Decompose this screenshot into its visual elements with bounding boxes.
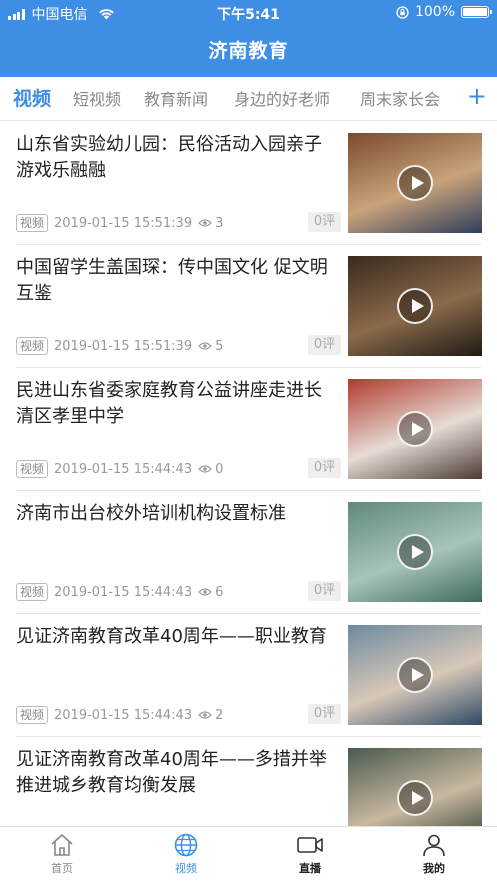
bottom-nav: 首页 视频 直播 我的 bbox=[0, 826, 497, 883]
page-title: 济南教育 bbox=[208, 40, 289, 62]
item-title: 见证济南教育改革40周年——职业教育 bbox=[16, 626, 327, 647]
category-tabs: 视频 短视频 教育新闻 身边的好老师 周末家长会 + bbox=[0, 77, 497, 121]
video-tag: 视频 bbox=[16, 337, 49, 355]
video-thumbnail[interactable] bbox=[348, 502, 482, 602]
item-meta: 视频 2019-01-15 15:44:43 0 bbox=[16, 460, 223, 478]
video-thumbnail[interactable] bbox=[348, 625, 482, 725]
view-count: 6 bbox=[215, 584, 224, 600]
status-right: 100% bbox=[396, 4, 492, 20]
tab-video[interactable]: 视频 bbox=[13, 84, 51, 111]
camera-icon bbox=[297, 837, 323, 853]
tab-education-news[interactable]: 教育新闻 bbox=[144, 86, 208, 110]
tab-short-video[interactable]: 短视频 bbox=[73, 86, 121, 110]
nav-video-label: 视频 bbox=[175, 862, 197, 875]
play-icon[interactable] bbox=[397, 534, 433, 570]
item-date: 2019-01-15 15:44:43 bbox=[54, 461, 193, 477]
item-meta: 视频 2019-01-15 15:51:39 5 bbox=[16, 337, 223, 355]
play-icon[interactable] bbox=[397, 288, 433, 324]
play-icon[interactable] bbox=[397, 411, 433, 447]
battery-icon bbox=[461, 6, 492, 18]
item-date: 2019-01-15 15:51:39 bbox=[54, 215, 193, 231]
list-item[interactable]: 中国留学生盖国琛：传中国文化 促文明互鉴 视频 2019-01-15 15:51… bbox=[0, 245, 497, 368]
video-thumbnail[interactable] bbox=[348, 133, 482, 233]
globe-icon bbox=[174, 833, 198, 857]
video-tag: 视频 bbox=[16, 706, 49, 724]
list-item[interactable]: 山东省实验幼儿园：民俗活动入园亲子游戏乐融融 视频 2019-01-15 15:… bbox=[0, 122, 497, 245]
video-tag: 视频 bbox=[16, 583, 49, 601]
eye-icon bbox=[198, 342, 212, 350]
view-count: 5 bbox=[215, 338, 224, 354]
play-icon[interactable] bbox=[397, 780, 433, 816]
nav-live-label: 直播 bbox=[299, 862, 321, 875]
rotation-lock-icon bbox=[396, 5, 409, 19]
item-date: 2019-01-15 15:44:43 bbox=[54, 584, 193, 600]
list-item[interactable]: 济南市出台校外培训机构设置标准 视频 2019-01-15 15:44:43 6… bbox=[0, 491, 497, 614]
view-count: 0 bbox=[215, 461, 224, 477]
item-title: 济南市出台校外培训机构设置标准 bbox=[16, 503, 286, 524]
header-bar: 中国电信 下午5:41 100% 济南教育 bbox=[0, 0, 497, 77]
comment-count: 0评 bbox=[308, 581, 341, 601]
item-meta: 视频 2019-01-15 15:44:43 2 bbox=[16, 706, 223, 724]
video-tag: 视频 bbox=[16, 460, 49, 478]
status-bar: 中国电信 下午5:41 100% bbox=[0, 0, 497, 26]
list-item[interactable]: 见证济南教育改革40周年——职业教育 视频 2019-01-15 15:44:4… bbox=[0, 614, 497, 737]
play-icon[interactable] bbox=[397, 657, 433, 693]
app: 中国电信 下午5:41 100% 济南教育 视频 短视频 教育新闻 身边的好老师… bbox=[0, 0, 497, 883]
add-tab-icon[interactable]: + bbox=[467, 82, 487, 110]
view-count: 3 bbox=[215, 215, 224, 231]
comment-count: 0评 bbox=[308, 212, 341, 232]
tab-weekend-parents[interactable]: 周末家长会 bbox=[360, 86, 440, 110]
nav-profile[interactable]: 我的 bbox=[394, 832, 474, 876]
eye-icon bbox=[198, 711, 212, 719]
video-thumbnail[interactable] bbox=[348, 256, 482, 356]
comment-count: 0评 bbox=[308, 704, 341, 724]
nav-profile-label: 我的 bbox=[423, 862, 445, 875]
item-title: 见证济南教育改革40周年——多措并举 推进城乡教育均衡发展 bbox=[16, 749, 327, 796]
item-title: 山东省实验幼儿园：民俗活动入园亲子游戏乐融融 bbox=[16, 134, 322, 181]
nav-home-label: 首页 bbox=[51, 862, 73, 875]
eye-icon bbox=[198, 588, 212, 596]
comment-count: 0评 bbox=[308, 458, 341, 478]
eye-icon bbox=[198, 219, 212, 227]
user-icon bbox=[423, 834, 445, 857]
tab-good-teachers[interactable]: 身边的好老师 bbox=[234, 86, 330, 110]
video-tag: 视频 bbox=[16, 214, 49, 232]
nav-home[interactable]: 首页 bbox=[22, 832, 102, 876]
item-date: 2019-01-15 15:44:43 bbox=[54, 707, 193, 723]
item-meta: 视频 2019-01-15 15:51:39 3 bbox=[16, 214, 223, 232]
nav-live[interactable]: 直播 bbox=[270, 832, 350, 876]
view-count: 2 bbox=[215, 707, 224, 723]
play-icon[interactable] bbox=[397, 165, 433, 201]
home-icon bbox=[51, 834, 73, 856]
nav-video[interactable]: 视频 bbox=[146, 832, 226, 876]
item-date: 2019-01-15 15:51:39 bbox=[54, 338, 193, 354]
video-thumbnail[interactable] bbox=[348, 379, 482, 479]
list-item[interactable]: 民进山东省委家庭教育公益讲座走进长清区孝里中学 视频 2019-01-15 15… bbox=[0, 368, 497, 491]
item-title: 中国留学生盖国琛：传中国文化 促文明互鉴 bbox=[16, 257, 328, 304]
comment-count: 0评 bbox=[308, 335, 341, 355]
item-meta: 视频 2019-01-15 15:44:43 6 bbox=[16, 583, 223, 601]
item-title: 民进山东省委家庭教育公益讲座走进长清区孝里中学 bbox=[16, 380, 322, 427]
eye-icon bbox=[198, 465, 212, 473]
battery-percent: 100% bbox=[414, 4, 455, 20]
